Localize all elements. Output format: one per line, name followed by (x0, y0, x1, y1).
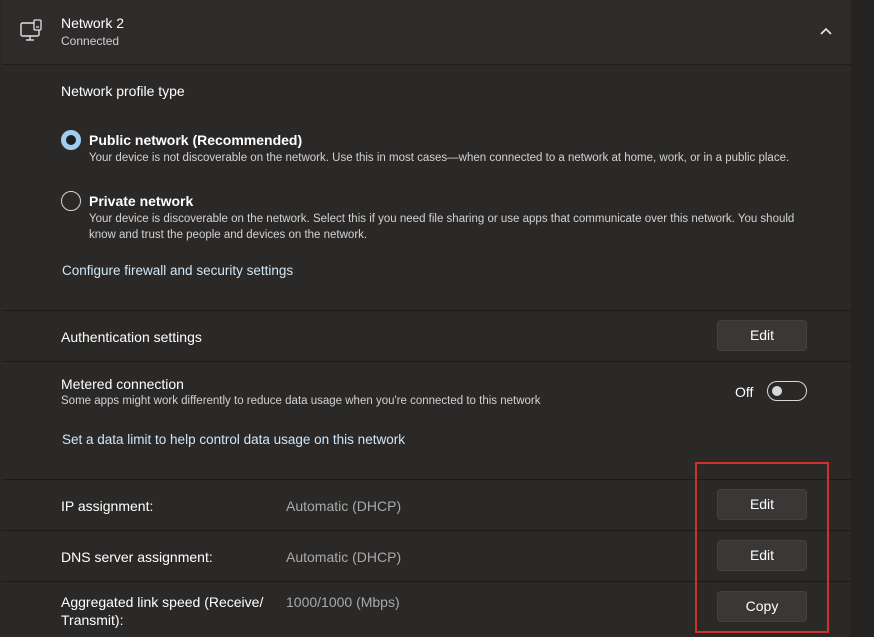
authentication-edit-button[interactable]: Edit (717, 320, 807, 351)
ip-assignment-value: Automatic (DHCP) (286, 498, 402, 514)
network-name: Network 2 (61, 15, 125, 31)
network-header[interactable]: Network 2 Connected (2, 0, 851, 65)
divider (2, 581, 851, 582)
public-network-radio[interactable] (61, 130, 81, 150)
public-network-description: Your device is not discoverable on the n… (89, 152, 790, 164)
link-speed-value: 1000/1000 (Mbps) (286, 594, 400, 610)
private-network-description: Your device is discoverable on the netwo… (89, 213, 795, 241)
authentication-settings-label: Authentication settings (61, 329, 202, 345)
scroll-area (851, 0, 874, 637)
divider (2, 310, 851, 311)
private-network-label: Private network (89, 193, 194, 209)
configure-firewall-link[interactable]: Configure firewall and security settings (62, 263, 293, 278)
dns-assignment-edit-button[interactable]: Edit (717, 540, 807, 571)
metered-connection-toggle[interactable] (767, 381, 807, 401)
dns-assignment-label: DNS server assignment: (61, 549, 213, 565)
network-monitor-icon (20, 19, 42, 41)
chevron-up-icon[interactable] (818, 24, 834, 38)
connection-status: Connected (61, 34, 120, 48)
network-profile-type-heading: Network profile type (61, 83, 185, 99)
ip-assignment-edit-button[interactable]: Edit (717, 489, 807, 520)
divider (2, 361, 851, 362)
metered-connection-description: Some apps might work differently to redu… (61, 395, 541, 407)
metered-connection-label: Metered connection (61, 376, 184, 392)
dns-assignment-value: Automatic (DHCP) (286, 549, 402, 565)
link-speed-label-line1: Aggregated link speed (Receive/ (61, 594, 264, 610)
metered-toggle-state: Off (735, 384, 754, 400)
public-network-label: Public network (Recommended) (89, 132, 303, 148)
link-speed-copy-button[interactable]: Copy (717, 591, 807, 622)
divider (2, 530, 851, 531)
link-speed-label-line2: Transmit): (61, 612, 124, 628)
private-network-radio[interactable] (61, 191, 81, 211)
divider (2, 479, 851, 480)
network-properties-panel: Network 2 Connected Network profile type… (2, 0, 851, 637)
set-data-limit-link[interactable]: Set a data limit to help control data us… (62, 432, 405, 447)
toggle-knob (772, 386, 782, 396)
ip-assignment-label: IP assignment: (61, 498, 154, 514)
